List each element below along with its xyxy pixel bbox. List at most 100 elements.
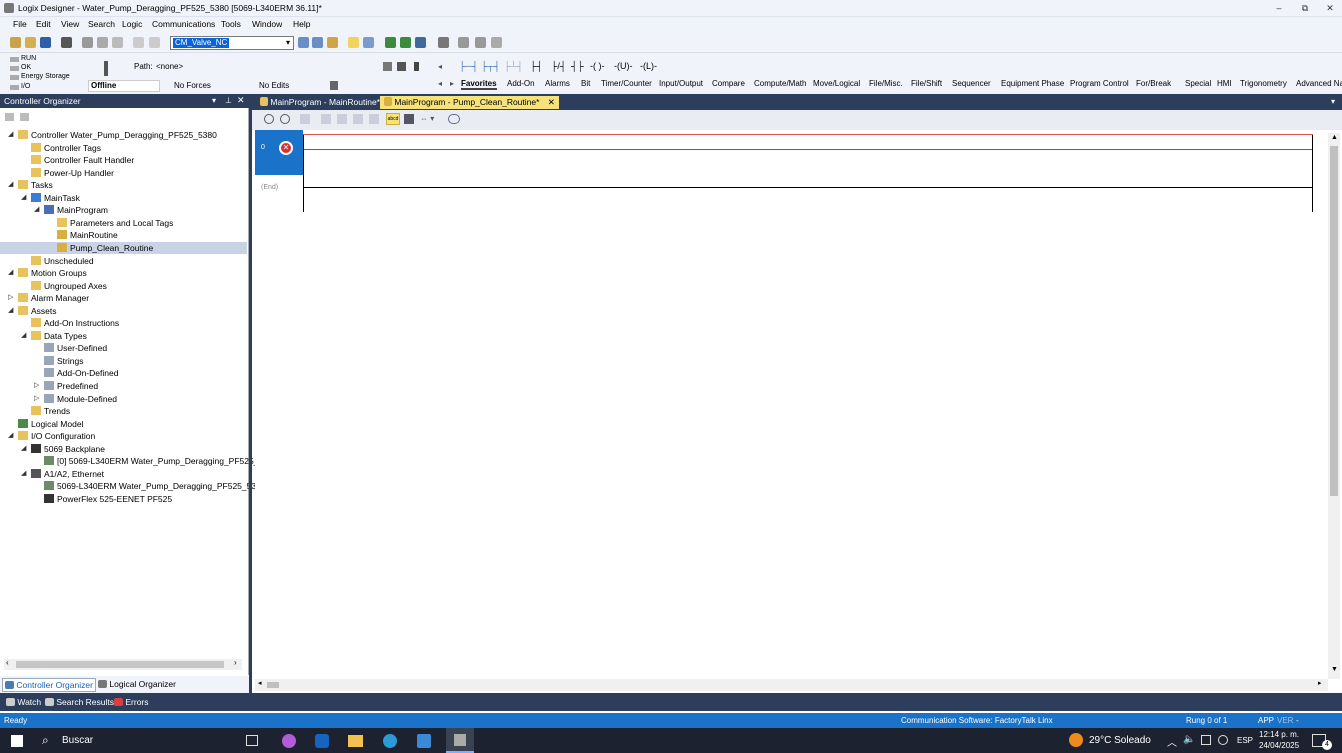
outlook-icon[interactable]	[315, 734, 329, 748]
next-bookmark-icon[interactable]	[369, 114, 379, 124]
forces-status[interactable]: No Forces	[174, 81, 211, 90]
collapse-icon[interactable]: ◢	[8, 306, 13, 314]
otu-icon[interactable]: -(U)-	[614, 61, 633, 71]
tree-item[interactable]: Strings	[0, 355, 247, 367]
ladder-editor[interactable]: 0 ✕ (End)	[255, 130, 1331, 679]
xio-icon[interactable]: ├/┤	[551, 61, 566, 71]
splitter[interactable]	[249, 94, 252, 693]
tree-item[interactable]: MainRoutine	[0, 229, 247, 241]
tabs-left-icon[interactable]: ◂	[438, 79, 442, 88]
collapse-icon[interactable]: ◢	[21, 469, 26, 477]
verify-icon[interactable]	[348, 37, 359, 48]
tree-item[interactable]: ◢ MainProgram	[0, 204, 247, 216]
search-icon[interactable]: ⌕	[42, 733, 49, 748]
tab-favorites[interactable]: Favorites	[461, 79, 497, 90]
scroll-thumb[interactable]	[16, 661, 224, 668]
weather-text[interactable]: 29°C Soleado	[1089, 735, 1151, 746]
collapse-icon[interactable]: ◢	[21, 331, 26, 339]
minimize-button[interactable]: –	[1272, 2, 1286, 15]
display-icon[interactable]	[1201, 735, 1211, 745]
file-explorer-icon[interactable]	[348, 735, 363, 747]
tab-program-control[interactable]: Program Control	[1070, 79, 1129, 88]
tab-bit[interactable]: Bit	[581, 79, 590, 88]
branch-level-icon[interactable]: ├┴┤	[504, 61, 523, 71]
xic-icon[interactable]: ├┤	[530, 61, 543, 71]
tab-controller-organizer[interactable]: Controller Organizer	[2, 678, 96, 692]
menu-file[interactable]: File	[13, 19, 27, 29]
upload-icon[interactable]	[415, 37, 426, 48]
show-tags-icon[interactable]: abcd	[386, 113, 400, 125]
tab-mainroutine[interactable]: MainProgram - MainRoutine*	[256, 96, 384, 109]
new-icon[interactable]	[10, 37, 21, 48]
tab-alarms[interactable]: Alarms	[545, 79, 570, 88]
find-next-icon[interactable]	[312, 37, 323, 48]
taskbar-search[interactable]: Buscar	[62, 735, 93, 746]
tabs-right-icon[interactable]: ▸	[450, 79, 454, 88]
tree-item[interactable]: Logical Model	[0, 418, 247, 430]
save-icon[interactable]	[40, 37, 51, 48]
panel-menu-icon[interactable]: ▾	[212, 96, 216, 105]
hscroll-thumb[interactable]	[267, 682, 279, 688]
tree-item[interactable]: Power-Up Handler	[0, 167, 247, 179]
tree-item[interactable]: Unscheduled	[0, 255, 247, 267]
tree-item[interactable]: User-Defined	[0, 342, 247, 354]
paste-icon[interactable]	[112, 37, 123, 48]
clock-date[interactable]: 24/04/2025	[1259, 741, 1299, 750]
tree-item[interactable]: ◢ Data Types	[0, 330, 247, 342]
find-icon[interactable]	[298, 37, 309, 48]
tag-search-combo[interactable]: CM_Valve_NC ▾	[170, 36, 294, 50]
help-icon[interactable]	[491, 37, 502, 48]
menu-edit[interactable]: Edit	[36, 19, 51, 29]
task-view-icon[interactable]	[246, 735, 258, 746]
expand-icon[interactable]: ▷	[8, 293, 13, 301]
speaker-icon[interactable]: 🔈	[1183, 734, 1195, 745]
menu-help[interactable]: Help	[293, 19, 310, 29]
scroll-left-arrow-icon[interactable]: ‹	[6, 658, 9, 667]
ote-icon[interactable]: -( )-	[590, 61, 605, 71]
scroll-right-arrow-icon[interactable]: ›	[234, 658, 237, 667]
redo-icon[interactable]	[149, 37, 160, 48]
collapse-icon[interactable]: ◢	[8, 268, 13, 276]
expand-icon[interactable]: ▷	[34, 381, 39, 389]
tree-item[interactable]: PowerFlex 525-EENET PF525	[0, 493, 247, 505]
browse-icon[interactable]	[327, 37, 338, 48]
clock-time[interactable]: 12:14 p. m.	[1259, 730, 1299, 739]
tab-trigonometry[interactable]: Trigonometry	[1240, 79, 1287, 88]
menu-communications[interactable]: Communications	[152, 19, 215, 29]
tab-timer-counter[interactable]: Timer/Counter	[601, 79, 652, 88]
cut-icon[interactable]	[82, 37, 93, 48]
path-browse-icon[interactable]	[383, 62, 392, 71]
ladder-vscroll[interactable]: ▲ ▼	[1328, 133, 1340, 679]
tree-item[interactable]: ◢ Tasks	[0, 179, 247, 191]
tree-item[interactable]: Parameters and Local Tags	[0, 217, 247, 229]
otl-icon[interactable]: -(L)-	[640, 61, 657, 71]
tree-item[interactable]: Pump_Clean_Routine	[0, 241, 247, 254]
tree-item[interactable]: 5069-L340ERM Water_Pump_Deragging_PF525_…	[0, 480, 266, 492]
expand-icon[interactable]: ▷	[34, 394, 39, 402]
tree-item[interactable]: ◢ Assets	[0, 305, 247, 317]
tab-compare[interactable]: Compare	[712, 79, 745, 88]
tab-input-output[interactable]: Input/Output	[659, 79, 703, 88]
collapse-icon[interactable]: ◢	[8, 180, 13, 188]
tab-list-icon[interactable]: ▾	[1331, 97, 1335, 106]
tree-item[interactable]: Ungrouped Axes	[0, 280, 247, 292]
open-icon[interactable]	[25, 37, 36, 48]
ladder-hscroll[interactable]: ◂ ▸	[255, 679, 1328, 691]
close-button[interactable]: ✕	[1323, 2, 1337, 15]
scroll-left-icon[interactable]: ◂	[438, 62, 442, 71]
tree-item[interactable]: [0] 5069-L340ERM Water_Pump_Deragging_PF…	[0, 455, 263, 467]
tab-equipment-phase[interactable]: Equipment Phase	[1001, 79, 1064, 88]
branch-insert-icon[interactable]: ├┬┤	[481, 61, 500, 71]
tab-logical-organizer[interactable]: Logical Organizer	[98, 679, 176, 689]
copy-icon[interactable]	[97, 37, 108, 48]
logix-taskbar-button[interactable]	[446, 728, 474, 753]
menu-window[interactable]: Window	[252, 19, 282, 29]
collapse-all-icon[interactable]	[5, 113, 14, 121]
print-icon[interactable]	[61, 37, 72, 48]
collapse-icon[interactable]: ◢	[8, 431, 13, 439]
menu-search[interactable]: Search	[88, 19, 115, 29]
tree-item[interactable]: ◢ MainTask	[0, 192, 247, 204]
download-icon[interactable]	[400, 37, 411, 48]
close-tab-icon[interactable]: ✕	[548, 97, 555, 107]
fit-icon[interactable]	[300, 114, 310, 124]
